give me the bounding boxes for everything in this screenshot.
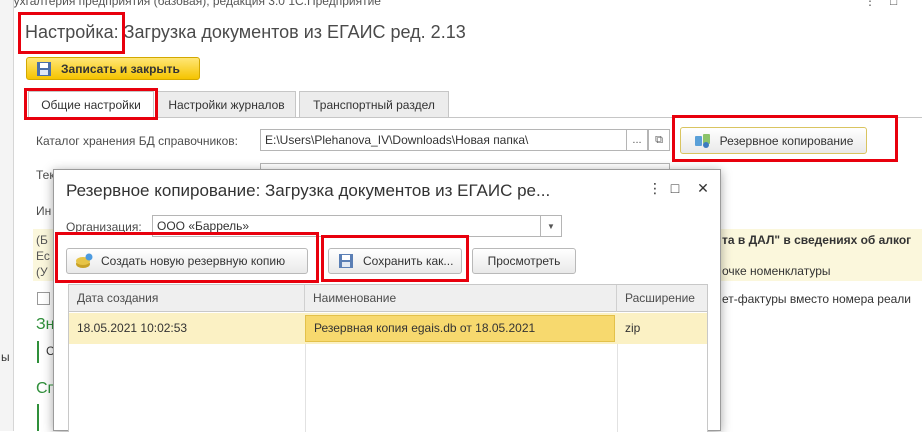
backups-table: Дата создания Наименование Расширение 18… xyxy=(68,284,708,432)
org-select[interactable]: ООО «Баррель» xyxy=(152,215,562,237)
info-text-invoice: ет-фактуры вместо номера реали xyxy=(722,292,911,306)
more-icon[interactable]: ⋮ xyxy=(864,0,876,8)
partial-label-e: Ес xyxy=(36,249,50,263)
backup-button-label: Резервное копирование xyxy=(719,133,854,148)
save-and-close-button[interactable]: Записать и закрыть xyxy=(26,57,200,80)
title-prefix: Настройка: xyxy=(25,22,119,42)
more-icon[interactable]: ⋮ xyxy=(646,180,664,197)
org-label: Организация: xyxy=(66,220,142,234)
save-and-close-label: Записать и закрыть xyxy=(61,61,180,76)
left-panel-edge: ы xyxy=(0,0,14,431)
create-backup-label: Создать новую резервную копию xyxy=(101,254,286,268)
app-title-bar: Бухгалтерия предприятия (базовая), редак… xyxy=(0,0,922,11)
cell-name: Резервная копия egais.db от 18.05.2021 xyxy=(305,315,615,342)
save-as-icon xyxy=(339,254,353,268)
cell-date: 18.05.2021 10:02:53 xyxy=(77,321,188,335)
column-header-name[interactable]: Наименование xyxy=(305,285,617,312)
create-backup-icon xyxy=(76,253,93,268)
catalog-select-button[interactable]: ... xyxy=(626,129,648,151)
catalog-path-field[interactable]: E:\Users\Plehanova_IV\Downloads\Новая па… xyxy=(260,129,648,151)
view-button[interactable]: Просмотреть xyxy=(472,248,576,274)
floppy-icon xyxy=(37,61,51,76)
partial-label-b: (Б xyxy=(36,233,48,247)
tab-journal-settings[interactable]: Настройки журналов xyxy=(157,91,296,117)
page-title: Настройка: Загрузка документов из ЕГАИС … xyxy=(25,22,466,43)
column-header-date[interactable]: Дата создания xyxy=(69,285,305,312)
partial-label-info: Ин xyxy=(36,204,52,218)
left-fragment-text: ы xyxy=(1,350,10,364)
tabs-divider xyxy=(26,117,922,118)
table-row[interactable]: 18.05.2021 10:02:53 Резервная копия egai… xyxy=(69,313,707,344)
invoice-checkbox[interactable] xyxy=(37,292,50,305)
catalog-label: Каталог хранения БД справочников: xyxy=(36,134,238,148)
cell-ext: zip xyxy=(625,321,641,335)
column-header-ext[interactable]: Расширение xyxy=(617,285,707,312)
column-divider xyxy=(617,344,618,432)
tab-transport-section[interactable]: Транспортный раздел xyxy=(299,91,449,117)
dropdown-arrow-icon[interactable]: ▼ xyxy=(540,215,562,237)
maximize-icon[interactable]: □ xyxy=(666,180,684,196)
create-backup-button[interactable]: Создать новую резервную копию xyxy=(66,248,308,274)
save-as-button[interactable]: Сохранить как... xyxy=(328,248,462,274)
tab-label: Транспортный раздел xyxy=(313,97,435,112)
title-rest: Загрузка документов из ЕГАИС ред. 2.13 xyxy=(118,22,466,42)
table-header: Дата создания Наименование Расширение xyxy=(69,285,707,312)
info-text-nomenclature: очке номенклатуры xyxy=(722,264,831,278)
org-value: ООО «Баррель» xyxy=(157,219,250,233)
backup-button[interactable]: Резервное копирование xyxy=(680,127,867,154)
app-window-title: Бухгалтерия предприятия (базовая), редак… xyxy=(6,0,381,8)
section-marker-2 xyxy=(37,404,50,431)
tab-general-settings[interactable]: Общие настройки xyxy=(28,91,154,118)
backup-dialog: Резервное копирование: Загрузка документ… xyxy=(53,169,721,432)
maximize-icon[interactable]: □ xyxy=(890,0,897,8)
backup-db-icon xyxy=(694,133,710,148)
partial-label-u: (У xyxy=(36,265,48,279)
open-icon[interactable]: ⧉ xyxy=(648,129,670,151)
partial-label-current: Тек xyxy=(36,168,55,182)
info-text-dal: та в ДАЛ" в сведениях об алког xyxy=(722,233,912,247)
tab-label: Общие настройки xyxy=(41,98,141,112)
tab-label: Настройки журналов xyxy=(168,97,285,112)
save-as-label: Сохранить как... xyxy=(363,254,454,268)
dialog-title: Резервное копирование: Загрузка документ… xyxy=(66,181,551,200)
view-label: Просмотреть xyxy=(487,254,561,268)
section-heading-zn: Зн xyxy=(36,316,55,333)
close-icon[interactable]: ✕ xyxy=(694,180,712,197)
column-divider xyxy=(305,344,306,432)
